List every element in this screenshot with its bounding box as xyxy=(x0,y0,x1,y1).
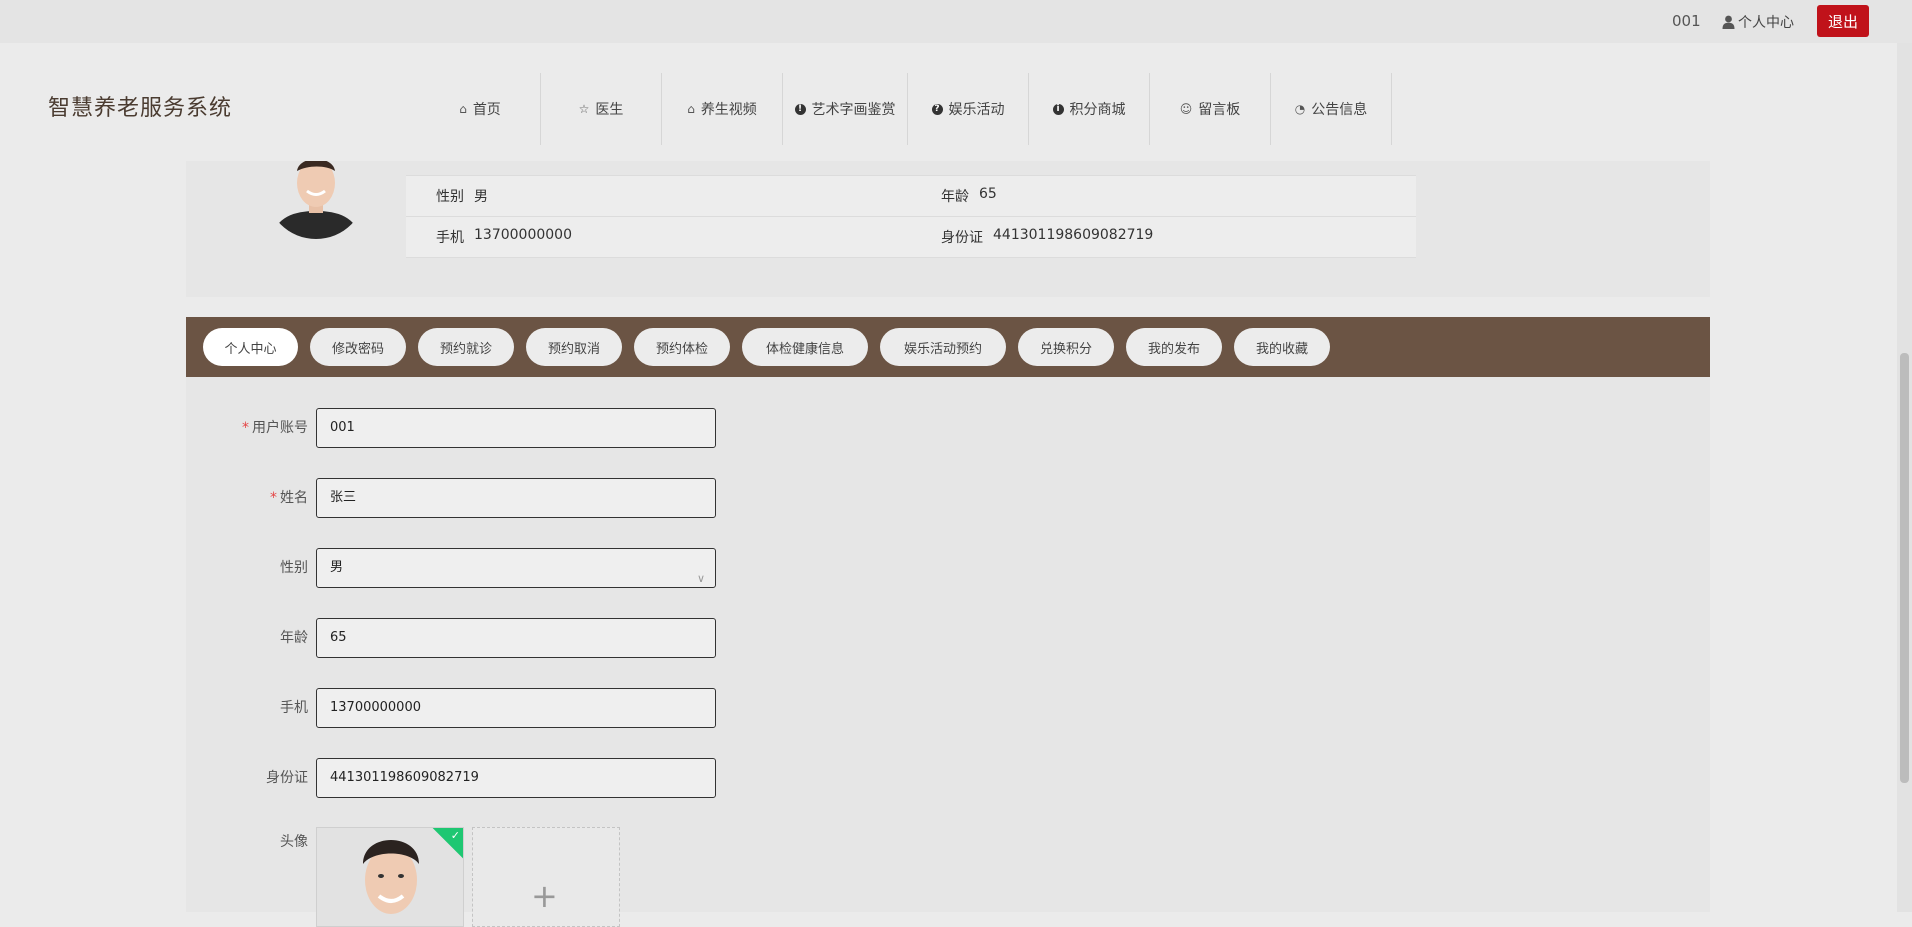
nav-label: 养生视频 xyxy=(700,102,757,118)
gender-select[interactable]: 男 ∨ xyxy=(316,548,716,588)
avatar xyxy=(266,161,366,239)
info-cell-id-card: 身份证 441301198609082719 xyxy=(911,227,1416,247)
profile-edit-form: * 用户账号 001 * 姓名 张三 性别 男 ∨ 年龄 65 手机 1370000… xyxy=(186,377,1710,927)
star-icon: ☆ xyxy=(578,102,590,116)
nav-item-home[interactable]: ⌂ 首页 xyxy=(420,73,541,145)
personal-center-link[interactable]: 个人中心 xyxy=(1722,12,1794,32)
tab-checkup-health-info[interactable]: 体检健康信息 xyxy=(742,328,868,366)
tab-book-appointment[interactable]: 预约就诊 xyxy=(418,328,514,366)
form-row-name: * 姓名 张三 xyxy=(186,478,786,518)
nav-label: 首页 xyxy=(472,102,501,118)
id-card-input[interactable]: 441301198609082719 xyxy=(316,758,716,798)
phone-input[interactable]: 13700000000 xyxy=(316,688,716,728)
account-input[interactable]: 001 xyxy=(316,408,716,448)
nav-item-art-appreciation[interactable]: ! 艺术字画鉴赏 xyxy=(783,73,908,145)
age-label: 年龄 xyxy=(280,630,308,646)
info-cell-phone: 手机 13700000000 xyxy=(406,227,911,247)
info-label: 性别 xyxy=(436,189,464,205)
info-value: 男 xyxy=(474,189,488,205)
phone-label: 手机 xyxy=(280,700,308,716)
info-label: 身份证 xyxy=(941,230,983,246)
nav-label: 医生 xyxy=(595,102,624,118)
tab-my-favorites[interactable]: 我的收藏 xyxy=(1234,328,1330,366)
nav-item-health-videos[interactable]: ⌂ 养生视频 xyxy=(662,73,783,145)
plus-icon: + xyxy=(531,877,558,915)
personal-center-label: 个人中心 xyxy=(1738,15,1794,31)
nav-item-points-mall[interactable]: i 积分商城 xyxy=(1029,73,1150,145)
user-icon xyxy=(1722,15,1735,29)
tab-redeem-points[interactable]: 兑换积分 xyxy=(1018,328,1114,366)
tab-my-posts[interactable]: 我的发布 xyxy=(1126,328,1222,366)
nav-label: 娱乐活动 xyxy=(948,102,1005,118)
tab-personal-center[interactable]: 个人中心 xyxy=(203,328,298,366)
avatar-image xyxy=(317,828,463,926)
tab-change-password[interactable]: 修改密码 xyxy=(310,328,406,366)
info-cell-gender: 性别 男 xyxy=(406,186,911,206)
site-header: 智慧养老服务系统 ⌂ 首页 ☆ 医生 ⌂ 养生视频 ! 艺术字画鉴赏 ? 娱乐活… xyxy=(0,43,1897,161)
top-bar: 001 个人中心 退出 xyxy=(0,0,1912,43)
tab-activity-booking[interactable]: 娱乐活动预约 xyxy=(880,328,1006,366)
info-circle-icon: i xyxy=(1052,103,1064,115)
name-input[interactable]: 张三 xyxy=(316,478,716,518)
home-icon: ⌂ xyxy=(459,102,467,116)
tab-cancel-appointment[interactable]: 预约取消 xyxy=(526,328,622,366)
main-nav: ⌂ 首页 ☆ 医生 ⌂ 养生视频 ! 艺术字画鉴赏 ? 娱乐活动 i 积分商城 … xyxy=(420,73,1392,145)
profile-info-table: 性别 男 年龄 65 手机 13700000000 身份证 4413011986… xyxy=(406,175,1416,258)
form-row-account: * 用户账号 001 xyxy=(186,408,786,448)
form-row-phone: 手机 13700000000 xyxy=(186,688,786,728)
account-label: * 用户账号 xyxy=(242,420,308,436)
nav-item-entertainment[interactable]: ? 娱乐活动 xyxy=(908,73,1029,145)
form-row-id-card: 身份证 441301198609082719 xyxy=(186,758,786,798)
profile-summary-card: 性别 男 年龄 65 手机 13700000000 身份证 4413011986… xyxy=(186,161,1710,297)
info-value: 65 xyxy=(979,186,997,202)
smile-icon: ☺ xyxy=(1179,102,1193,116)
user-center-tabbar: 个人中心 修改密码 预约就诊 预约取消 预约体检 体检健康信息 娱乐活动预约 兑… xyxy=(186,317,1710,377)
info-label: 年龄 xyxy=(941,189,969,205)
name-label: * 姓名 xyxy=(270,490,308,506)
id-card-label: 身份证 xyxy=(266,770,308,786)
page-scrollbar[interactable] xyxy=(1897,43,1912,912)
scrollbar-thumb[interactable] xyxy=(1900,353,1909,783)
logout-button[interactable]: 退出 xyxy=(1817,5,1869,37)
question-circle-icon: ? xyxy=(931,103,943,115)
check-circle-icon: ◔ xyxy=(1294,102,1306,116)
form-row-gender: 性别 男 ∨ xyxy=(186,548,786,588)
age-input[interactable]: 65 xyxy=(316,618,716,658)
upload-avatar-button[interactable]: + xyxy=(472,827,620,927)
nav-item-announcements[interactable]: ◔ 公告信息 xyxy=(1271,73,1392,145)
info-value: 441301198609082719 xyxy=(993,227,1154,243)
nav-label: 公告信息 xyxy=(1311,102,1368,118)
nav-label: 留言板 xyxy=(1198,102,1241,118)
site-title: 智慧养老服务系统 xyxy=(48,96,233,121)
avatar-label: 头像 xyxy=(280,834,308,850)
uploaded-avatar-thumbnail[interactable]: ✓ xyxy=(316,827,464,927)
tab-book-checkup[interactable]: 预约体检 xyxy=(634,328,730,366)
form-row-age: 年龄 65 xyxy=(186,618,786,658)
chevron-down-icon: ∨ xyxy=(696,572,705,585)
alert-circle-icon: ! xyxy=(794,103,806,115)
nav-item-doctor[interactable]: ☆ 医生 xyxy=(541,73,662,145)
bag-icon: ⌂ xyxy=(687,102,695,116)
info-row: 手机 13700000000 身份证 441301198609082719 xyxy=(406,216,1416,258)
check-icon: ✓ xyxy=(450,829,460,842)
nav-label: 积分商城 xyxy=(1069,102,1126,118)
info-row: 性别 男 年龄 65 xyxy=(406,175,1416,216)
gender-selected-value: 男 xyxy=(330,560,344,575)
gender-label: 性别 xyxy=(280,560,308,576)
info-label: 手机 xyxy=(436,230,464,246)
info-value: 13700000000 xyxy=(474,227,572,243)
username-display: 001 xyxy=(1672,12,1701,30)
nav-label: 艺术字画鉴赏 xyxy=(811,102,896,118)
nav-item-message-board[interactable]: ☺ 留言板 xyxy=(1150,73,1271,145)
info-cell-age: 年龄 65 xyxy=(911,186,1416,206)
